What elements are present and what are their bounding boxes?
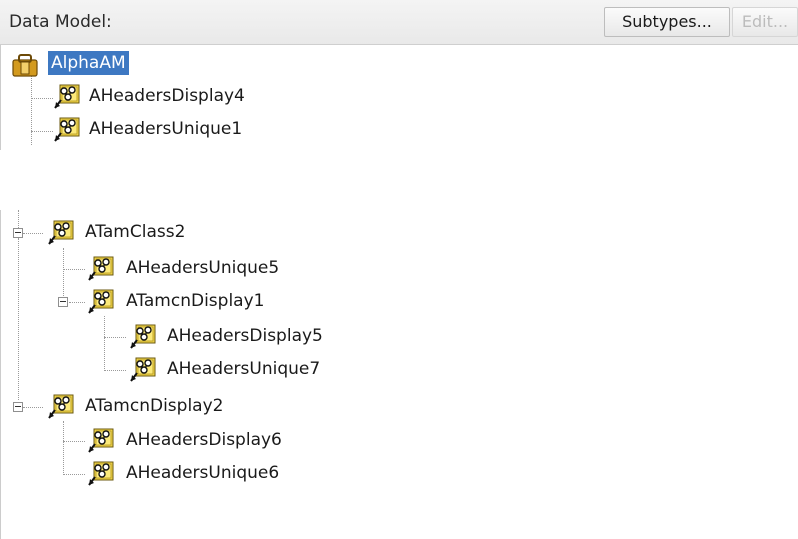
collapse-toggle[interactable] (13, 402, 23, 412)
data-model-label: Data Model: (9, 12, 112, 32)
tree-node-label: AHeadersUnique1 (89, 119, 243, 139)
tree-node-label: AHeadersUnique5 (126, 258, 280, 278)
entity-icon (45, 218, 75, 246)
tree-node-label: AHeadersUnique6 (126, 463, 280, 483)
entity-icon (51, 115, 81, 143)
tree-node-label: AHeadersUnique7 (167, 359, 321, 379)
tree-node-label: ATamcnDisplay1 (126, 291, 265, 311)
tree-node[interactable]: AHeadersUnique6 (1, 459, 341, 489)
edit-button[interactable]: Edit... (732, 7, 798, 37)
tree-node-label: AHeadersDisplay4 (89, 86, 245, 106)
tree-node-label: ATamcnDisplay2 (85, 396, 224, 416)
entity-icon (85, 426, 115, 454)
subtypes-button[interactable]: Subtypes... (604, 7, 730, 37)
tree-connector (31, 75, 32, 145)
tree-node[interactable]: ATamcnDisplay1 (1, 287, 341, 317)
tree-panel-bottom: ATamClass2 AHeadersUnique5 ATamcnDisplay… (0, 210, 798, 539)
entity-icon (127, 322, 157, 350)
tree-connector (31, 98, 53, 99)
entity-icon (51, 82, 81, 110)
entity-icon (85, 459, 115, 487)
tree-node-label: AHeadersDisplay5 (167, 326, 323, 346)
tree-node-label: AHeadersDisplay6 (126, 430, 282, 450)
entity-icon (127, 355, 157, 383)
entity-icon (85, 287, 115, 315)
entity-icon (85, 254, 115, 282)
tree-panel-top: AlphaAM AHeadersDisplay4 AHeadersUnique1 (0, 45, 798, 150)
tree-node[interactable]: ATamcnDisplay2 (1, 392, 301, 422)
tree-node[interactable]: AHeadersUnique7 (1, 355, 381, 385)
application-module-icon (9, 52, 39, 78)
tree-node-label: ATamClass2 (85, 222, 186, 242)
tree-connector (31, 131, 53, 132)
tree-node[interactable]: AHeadersDisplay6 (1, 426, 341, 456)
tree-node-label: AlphaAM (48, 51, 129, 75)
tree-node[interactable]: ATamClass2 (1, 218, 301, 248)
entity-icon (45, 392, 75, 420)
collapse-toggle[interactable] (13, 228, 23, 238)
tree-node[interactable]: AHeadersUnique5 (1, 254, 341, 284)
collapse-toggle[interactable] (58, 297, 68, 307)
tree-node[interactable]: AHeadersDisplay5 (1, 322, 381, 352)
data-model-header: Data Model: Subtypes... Edit... (0, 0, 798, 45)
